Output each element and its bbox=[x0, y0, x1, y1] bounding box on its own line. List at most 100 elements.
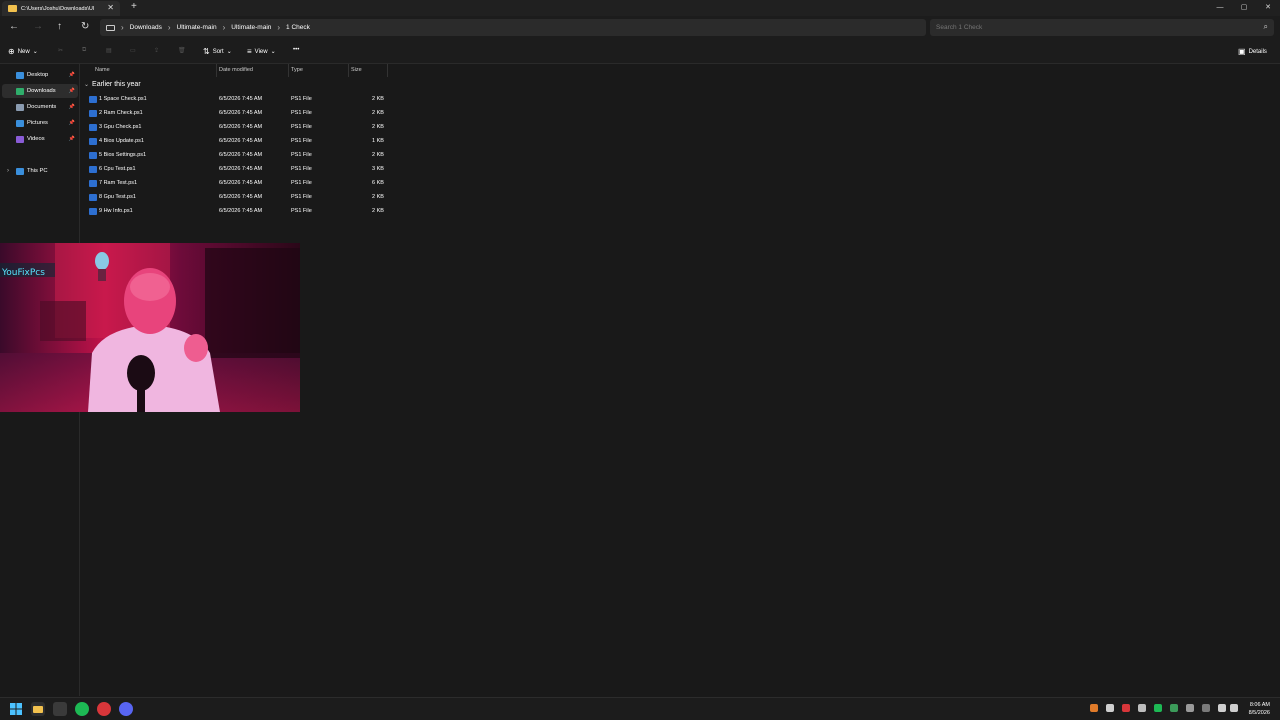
breadcrumb-separator: › bbox=[277, 23, 281, 32]
file-explorer-taskbar-icon[interactable] bbox=[31, 702, 45, 716]
system-clock[interactable]: 8:06 AM 8/5/2026 bbox=[1249, 701, 1270, 717]
column-name[interactable]: Name bbox=[95, 67, 110, 77]
sidebar-item-documents[interactable]: Documents 📌 bbox=[2, 100, 78, 114]
sidebar-item-this-pc[interactable]: › This PC bbox=[2, 164, 78, 178]
view-button[interactable]: ≡ View ⌄ bbox=[247, 47, 276, 56]
forward-arrow-icon[interactable]: → bbox=[33, 21, 43, 32]
powershell-file-icon bbox=[89, 152, 97, 159]
battery-icon[interactable] bbox=[1186, 704, 1194, 712]
network-icon[interactable] bbox=[1218, 704, 1226, 712]
explorer-tab[interactable]: C:\Users\Joshu\Downloads\Ul ✕ bbox=[2, 1, 120, 16]
search-box[interactable]: ⌕ bbox=[930, 19, 1274, 36]
maximize-button[interactable]: ▢ bbox=[1232, 0, 1256, 15]
file-row[interactable]: 4 Bios Update.ps1 6/5/2026 7:45 AM PS1 Fil… bbox=[84, 135, 390, 149]
column-size[interactable]: Size bbox=[351, 67, 362, 77]
group-header[interactable]: ⌄ Earlier this year bbox=[84, 81, 141, 88]
file-row[interactable]: 2 Ram Check.ps1 6/5/2026 7:45 AM PS1 File 2… bbox=[84, 107, 390, 121]
close-button[interactable]: ✕ bbox=[1256, 0, 1280, 15]
tray-app-icon[interactable] bbox=[1170, 704, 1178, 712]
column-divider[interactable] bbox=[288, 64, 289, 77]
file-name: 2 Ram Check.ps1 bbox=[99, 110, 143, 116]
volume-icon[interactable] bbox=[1230, 704, 1238, 712]
delete-icon[interactable]: 🗑 bbox=[178, 47, 186, 54]
sidebar-item-videos[interactable]: Videos 📌 bbox=[2, 132, 78, 146]
powershell-file-icon bbox=[89, 208, 97, 215]
file-row[interactable]: 9 Hw Info.ps1 6/5/2026 7:45 AM PS1 File 2 K… bbox=[84, 205, 390, 219]
copy-icon[interactable]: ⧉ bbox=[82, 47, 86, 54]
file-row[interactable]: 3 Gpu Check.ps1 6/5/2026 7:45 AM PS1 File 2… bbox=[84, 121, 390, 135]
pin-icon: 📌 bbox=[68, 88, 75, 94]
column-type[interactable]: Type bbox=[291, 67, 303, 77]
file-row[interactable]: 6 Cpu Test.ps1 6/5/2026 7:45 AM PS1 File 3 … bbox=[84, 163, 390, 177]
sidebar-item-desktop[interactable]: Desktop 📌 bbox=[2, 68, 78, 82]
tab-title: C:\Users\Joshu\Downloads\Ul bbox=[21, 5, 95, 12]
file-row[interactable]: 1 Space Check.ps1 6/5/2026 7:45 AM PS1 Fil… bbox=[84, 93, 390, 107]
new-tab-button[interactable]: + bbox=[131, 1, 137, 12]
breadcrumb[interactable]: › Downloads › Ultimate-main › Ultimate-m… bbox=[100, 19, 926, 36]
sidebar-item-pictures[interactable]: Pictures 📌 bbox=[2, 116, 78, 130]
new-button[interactable]: ⊕ New ⌄ bbox=[8, 47, 38, 56]
column-divider[interactable] bbox=[348, 64, 349, 77]
column-divider[interactable] bbox=[387, 64, 388, 77]
powershell-file-icon bbox=[89, 110, 97, 117]
details-label: Details bbox=[1248, 48, 1267, 55]
breadcrumb-ultimate-main-inner[interactable]: Ultimate-main bbox=[231, 24, 271, 31]
chevron-down-icon: ⌄ bbox=[226, 49, 232, 55]
rename-icon[interactable]: ▭ bbox=[130, 47, 136, 54]
column-divider[interactable] bbox=[216, 64, 217, 77]
file-row[interactable]: 8 Gpu Test.ps1 6/5/2026 7:45 AM PS1 File 2 … bbox=[84, 191, 390, 205]
file-name: 5 Bios Settings.ps1 bbox=[99, 152, 147, 158]
chevron-right-icon[interactable]: › bbox=[7, 168, 9, 174]
tray-spotify-icon[interactable] bbox=[1154, 704, 1162, 712]
file-name: 8 Gpu Test.ps1 bbox=[99, 194, 136, 200]
clock-time: 8:06 AM bbox=[1249, 702, 1270, 708]
file-size: 1 KB bbox=[372, 138, 384, 144]
back-arrow-icon[interactable]: ← bbox=[9, 21, 19, 32]
tray-app-icon[interactable] bbox=[1090, 704, 1098, 712]
file-date-modified: 6/5/2026 7:45 AM bbox=[219, 194, 263, 200]
breadcrumb-ultimate-main[interactable]: Ultimate-main bbox=[177, 24, 217, 31]
cut-icon[interactable]: ✂ bbox=[58, 47, 63, 54]
file-size: 2 KB bbox=[372, 208, 384, 214]
minimize-button[interactable]: — bbox=[1208, 0, 1232, 15]
file-row[interactable]: 5 Bios Settings.ps1 6/5/2026 7:45 AM PS1 F… bbox=[84, 149, 390, 163]
powershell-file-icon bbox=[89, 180, 97, 187]
column-date-modified[interactable]: Date modified bbox=[219, 67, 253, 77]
windows-start-icon[interactable] bbox=[9, 702, 23, 716]
tray-app-icon[interactable] bbox=[1122, 704, 1130, 712]
paste-icon[interactable]: ▤ bbox=[106, 47, 112, 54]
details-button[interactable]: ▣ Details bbox=[1238, 47, 1267, 56]
sidebar-item-downloads[interactable]: Downloads 📌 bbox=[2, 84, 78, 98]
refresh-icon[interactable]: ↻ bbox=[81, 21, 89, 32]
view-icon: ≡ bbox=[247, 47, 252, 56]
spotify-icon[interactable] bbox=[75, 702, 89, 716]
breadcrumb-separator: › bbox=[222, 23, 226, 32]
document-icon bbox=[16, 103, 24, 111]
sort-icon: ⇅ bbox=[203, 47, 210, 56]
powershell-file-icon bbox=[89, 96, 97, 103]
usb-icon[interactable] bbox=[1202, 704, 1210, 712]
breadcrumb-1-check[interactable]: 1 Check bbox=[286, 24, 310, 31]
search-input[interactable] bbox=[936, 24, 1256, 31]
breadcrumb-downloads[interactable]: Downloads bbox=[130, 24, 162, 31]
browser-taskbar-icon[interactable] bbox=[97, 702, 111, 716]
address-bar: ← → ↑ ↻ › Downloads › Ultimate-main › Ul… bbox=[0, 16, 1280, 40]
sidebar-item-label: Desktop bbox=[27, 72, 49, 78]
file-type: PS1 File bbox=[291, 180, 312, 186]
file-date-modified: 6/5/2026 7:45 AM bbox=[219, 208, 263, 214]
file-row[interactable]: 7 Ram Test.ps1 6/5/2026 7:45 AM PS1 File 6 … bbox=[84, 177, 390, 191]
more-options-button[interactable]: ••• bbox=[293, 47, 299, 53]
new-label: New bbox=[17, 48, 30, 55]
file-type: PS1 File bbox=[291, 110, 312, 116]
app-taskbar-icon[interactable] bbox=[53, 702, 67, 716]
discord-icon[interactable] bbox=[119, 702, 133, 716]
share-icon[interactable]: ⇪ bbox=[154, 47, 159, 54]
up-arrow-icon[interactable]: ↑ bbox=[57, 21, 62, 32]
search-icon: ⌕ bbox=[1263, 22, 1268, 31]
file-date-modified: 6/5/2026 7:45 AM bbox=[219, 152, 263, 158]
tray-app-icon[interactable] bbox=[1138, 704, 1146, 712]
tab-close-button[interactable]: ✕ bbox=[107, 3, 114, 12]
tray-settings-icon[interactable] bbox=[1106, 704, 1114, 712]
sort-button[interactable]: ⇅ Sort ⌄ bbox=[203, 47, 232, 56]
file-name: 4 Bios Update.ps1 bbox=[99, 138, 144, 144]
